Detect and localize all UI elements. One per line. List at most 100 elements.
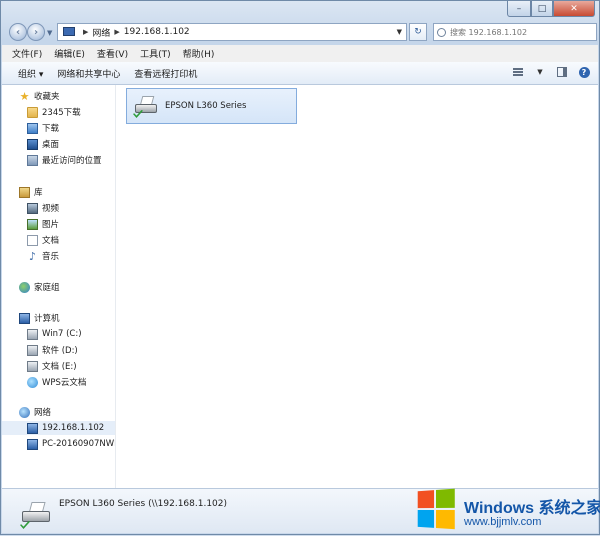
downloads-icon: [27, 122, 38, 134]
organize-button[interactable]: 组织 ▾: [18, 67, 43, 80]
nav-item-label: 图片: [42, 220, 60, 230]
desktop-icon: [27, 138, 38, 150]
library-icon: [19, 186, 30, 198]
forward-button[interactable]: ›: [27, 23, 45, 41]
menu-view[interactable]: 查看(V): [97, 47, 128, 60]
nav-item-label: Win7 (C:): [42, 329, 82, 339]
nav-computer-label: 计算机: [34, 314, 60, 324]
address-bar[interactable]: ▶ 网络 ▶ 192.168.1.102 ▼: [57, 23, 407, 41]
watermark-brand: Windows: [464, 500, 535, 517]
homegroup-icon: [19, 281, 30, 293]
nav-item-drive-d[interactable]: 软件 (D:): [2, 343, 115, 357]
drive-icon: [27, 344, 38, 356]
network-center-button[interactable]: 网络和共享中心: [57, 67, 120, 80]
menu-tools[interactable]: 工具(T): [140, 47, 171, 60]
recent-pages-dropdown-icon[interactable]: ▼: [47, 29, 52, 37]
nav-favorites[interactable]: ★ 收藏夹: [2, 89, 115, 103]
nav-item-drive-c[interactable]: Win7 (C:): [2, 327, 115, 341]
chevron-right-icon[interactable]: ▶: [83, 28, 88, 36]
watermark-suffix: 系统之家: [538, 500, 600, 517]
breadcrumb-host[interactable]: 192.168.1.102: [124, 27, 190, 37]
view-dropdown-icon[interactable]: ▼: [534, 66, 546, 78]
navigation-pane: ★ 收藏夹 2345下载 下载 桌面 最近访问的位置 库 视频 图片 文档 ♪ …: [2, 85, 115, 488]
star-icon: ★: [19, 89, 30, 103]
nav-item-label: 文档 (E:): [42, 362, 77, 372]
printer-icon: [20, 499, 54, 529]
nav-item-label: 最近访问的位置: [42, 156, 102, 166]
window-caption-buttons: – □ ✕: [507, 1, 595, 17]
cloud-icon: [27, 376, 38, 388]
nav-item-label: 音乐: [42, 252, 60, 262]
nav-item-pc-host[interactable]: PC-20160907NWI: [2, 437, 115, 451]
menu-edit[interactable]: 编辑(E): [54, 47, 85, 60]
nav-item-label: 桌面: [42, 140, 60, 150]
menu-file[interactable]: 文件(F): [12, 47, 42, 60]
document-icon: [27, 234, 38, 246]
computer-icon: [27, 422, 38, 434]
windows-logo-icon: [417, 488, 457, 532]
help-icon: ?: [578, 66, 590, 78]
nav-libraries[interactable]: 库: [2, 185, 115, 199]
search-input[interactable]: [450, 27, 580, 37]
nav-item-host-selected[interactable]: 192.168.1.102: [2, 421, 115, 435]
nav-item-drive-e[interactable]: 文档 (E:): [2, 359, 115, 373]
nav-homegroup-label: 家庭组: [34, 283, 60, 293]
maximize-button[interactable]: □: [531, 1, 553, 17]
pictures-icon: [27, 218, 38, 230]
chevron-right-icon[interactable]: ▶: [114, 28, 119, 36]
nav-item-label: 2345下载: [42, 108, 81, 118]
computer-icon: [19, 312, 30, 324]
menu-help[interactable]: 帮助(H): [183, 47, 215, 60]
music-icon: ♪: [28, 249, 37, 263]
nav-item-label: WPS云文档: [42, 378, 87, 388]
change-view-button[interactable]: [512, 66, 524, 78]
watermark-title: Windows 系统之家: [464, 494, 600, 518]
search-icon: [437, 27, 446, 37]
refresh-button[interactable]: ↻: [409, 23, 427, 41]
recent-places-icon: [27, 154, 38, 166]
menu-bar: 文件(F) 编辑(E) 查看(V) 工具(T) 帮助(H): [2, 45, 598, 63]
preview-pane-button[interactable]: [556, 66, 568, 78]
explorer-window: – □ ✕ ‹ › ▼ ▶ 网络 ▶ 192.168.1.102 ▼ ↻ 文件(…: [0, 0, 600, 535]
computer-icon: [27, 438, 38, 450]
nav-computer[interactable]: 计算机: [2, 311, 115, 325]
address-dropdown-icon[interactable]: ▼: [397, 28, 402, 36]
help-button[interactable]: ?: [578, 66, 590, 78]
search-box[interactable]: [433, 23, 597, 41]
nav-favorites-label: 收藏夹: [34, 92, 60, 102]
nav-item-downloads[interactable]: 下载: [2, 121, 115, 135]
nav-item-label: 文档: [42, 236, 60, 246]
nav-item-label: 下载: [42, 124, 60, 134]
nav-item-music[interactable]: ♪ 音乐: [2, 249, 115, 263]
minimize-button[interactable]: –: [507, 1, 531, 17]
nav-item-documents[interactable]: 文档: [2, 233, 115, 247]
nav-homegroup[interactable]: 家庭组: [2, 280, 115, 294]
printer-name: EPSON L360 Series: [165, 101, 247, 111]
printer-item[interactable]: EPSON L360 Series: [126, 88, 297, 124]
network-icon: [63, 27, 75, 37]
nav-item-label: 软件 (D:): [42, 346, 78, 356]
folder-icon: [27, 106, 38, 118]
close-button[interactable]: ✕: [553, 1, 595, 17]
back-button[interactable]: ‹: [9, 23, 27, 41]
nav-item-wps-cloud[interactable]: WPS云文档: [2, 375, 115, 389]
nav-item-label: PC-20160907NWI: [42, 439, 115, 449]
nav-item-pictures[interactable]: 图片: [2, 217, 115, 231]
printer-icon: [133, 94, 161, 118]
watermark: Windows 系统之家 www.bjjmlv.com: [416, 486, 600, 536]
nav-item-recent-places[interactable]: 最近访问的位置: [2, 153, 115, 167]
nav-item-2345-downloads[interactable]: 2345下载: [2, 105, 115, 119]
breadcrumb-network[interactable]: 网络: [92, 26, 110, 39]
command-bar-right: ▼ ?: [502, 66, 590, 78]
network-icon: [19, 406, 30, 418]
drive-icon: [27, 328, 38, 340]
nav-item-label: 视频: [42, 204, 60, 214]
nav-item-label: 192.168.1.102: [42, 423, 105, 433]
nav-item-desktop[interactable]: 桌面: [2, 137, 115, 151]
command-bar: 组织 ▾ 网络和共享中心 查看远程打印机 ▼ ?: [2, 62, 598, 85]
video-icon: [27, 202, 38, 214]
view-icon: [513, 67, 523, 77]
view-remote-printers-button[interactable]: 查看远程打印机: [134, 67, 197, 80]
nav-network[interactable]: 网络: [2, 405, 115, 419]
nav-item-videos[interactable]: 视频: [2, 201, 115, 215]
